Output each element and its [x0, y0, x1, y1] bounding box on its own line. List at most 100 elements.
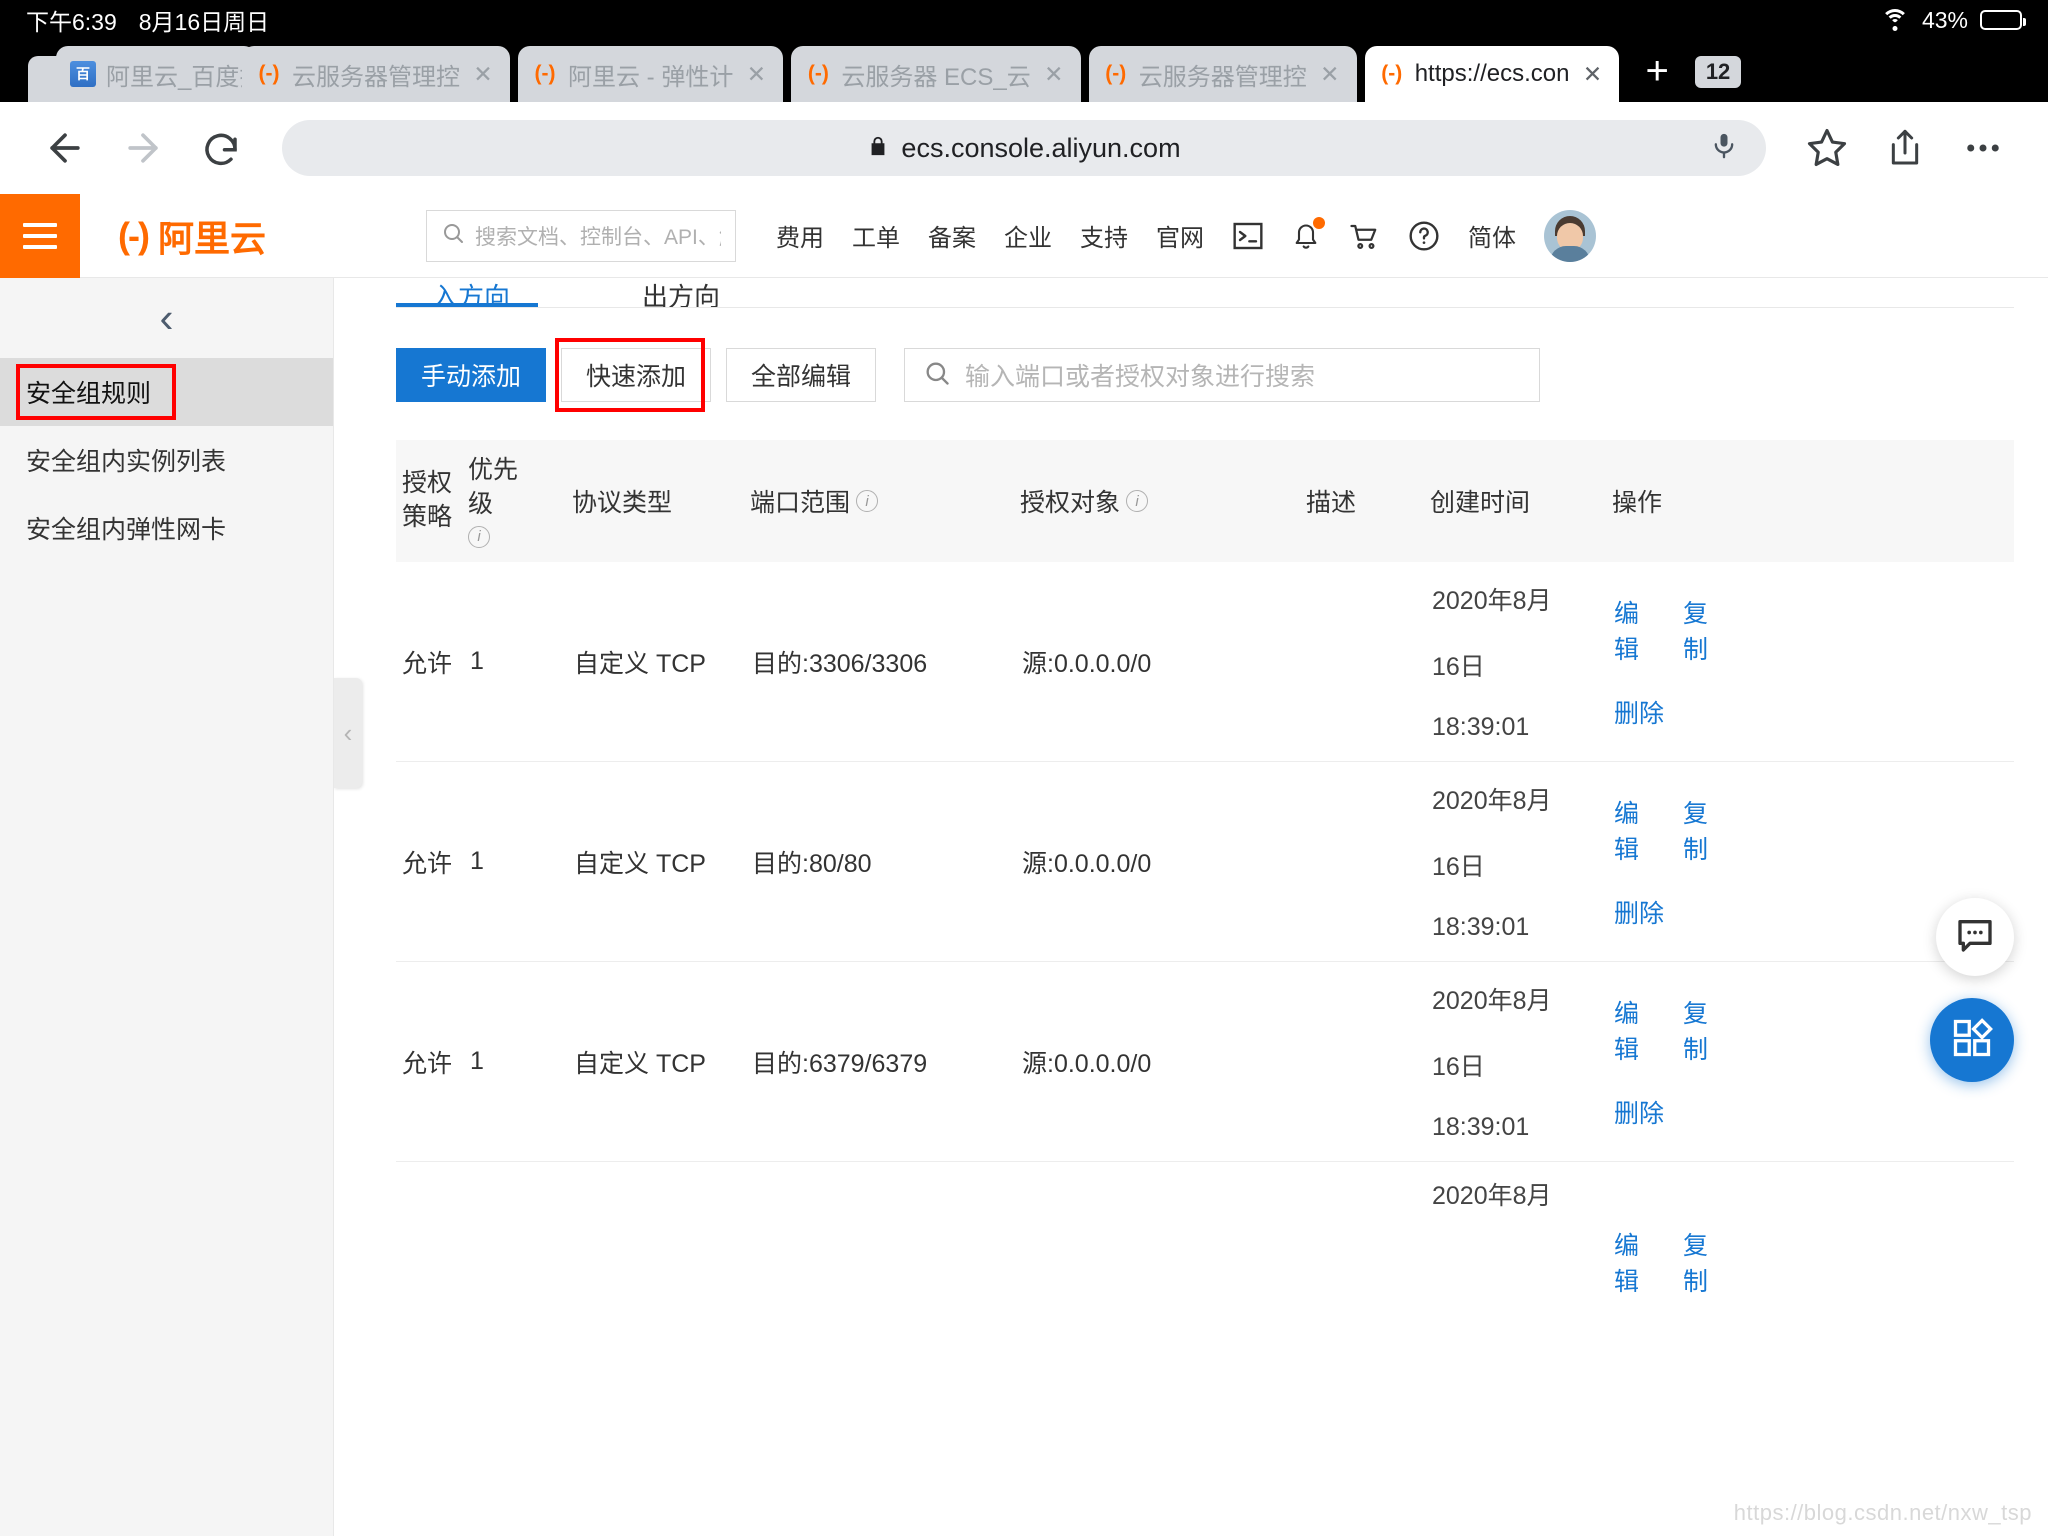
- sidebar: ‹ 安全组规则 安全组内实例列表 安全组内弹性网卡: [0, 278, 334, 1536]
- nav-item-fees[interactable]: 费用: [762, 218, 838, 253]
- help-icon[interactable]: [1394, 220, 1454, 252]
- browser-tab[interactable]: (-) 云服务器 ECS_云 ✕: [791, 46, 1081, 102]
- edit-link[interactable]: 编辑: [1614, 794, 1661, 866]
- avatar[interactable]: [1543, 209, 1596, 262]
- browser-tab-active[interactable]: (-) https://ecs.con ✕: [1364, 46, 1620, 102]
- nav-item-support[interactable]: 支持: [1066, 218, 1142, 253]
- forward-arrow-icon[interactable]: [104, 109, 182, 187]
- microphone-icon[interactable]: [1710, 129, 1738, 168]
- aliyun-logo[interactable]: (-) 阿里云: [118, 210, 266, 262]
- sidebar-item-instance-list[interactable]: 安全组内实例列表: [0, 426, 333, 494]
- created-date-day: 16日: [1432, 1053, 1485, 1081]
- created-time: 18:39:01: [1432, 713, 1530, 741]
- edit-all-button[interactable]: 全部编辑: [726, 348, 876, 402]
- sidebar-item-label: 安全组规则: [26, 380, 152, 408]
- browser-tab-title: https://ecs.con: [1414, 60, 1570, 87]
- tab-close-icon[interactable]: ✕: [470, 61, 496, 88]
- nav-item-website[interactable]: 官网: [1142, 218, 1218, 253]
- aliyun-icon: (-): [534, 62, 556, 85]
- created-date-day: 16日: [1432, 853, 1485, 881]
- aliyun-icon: (-): [258, 62, 280, 85]
- nav-item-tickets[interactable]: 工单: [838, 218, 914, 253]
- table-row[interactable]: 允许 1 自定义 TCP 目的:3306/3306 源:0.0.0.0/0 20…: [396, 562, 2014, 762]
- terminal-icon[interactable]: [1218, 221, 1278, 251]
- status-time: 下午6:39: [26, 9, 117, 35]
- cell-auth-object: 源:0.0.0.0/0: [1022, 649, 1152, 678]
- tab-inbound[interactable]: 入方向: [396, 278, 546, 307]
- browser-tab[interactable]: (-) 云服务器管理控 ✕: [1088, 46, 1357, 102]
- info-icon[interactable]: i: [468, 526, 490, 549]
- cell-actions: 编辑 复制 删除: [1608, 794, 1736, 930]
- language-switcher[interactable]: 简体: [1454, 218, 1530, 253]
- rule-search-input[interactable]: 输入端口或者授权对象进行搜索: [904, 348, 1540, 402]
- edit-link[interactable]: 编辑: [1614, 994, 1661, 1066]
- cell-protocol: 自定义 TCP: [574, 849, 706, 878]
- hamburger-menu-icon[interactable]: [0, 193, 80, 278]
- global-search-placeholder: 搜索文档、控制台、API、解: [474, 225, 721, 249]
- bell-icon[interactable]: [1278, 216, 1334, 252]
- back-arrow-icon[interactable]: [26, 109, 104, 187]
- column-header-priority: 优先级 i: [462, 454, 548, 549]
- chat-bubble-icon: [1955, 915, 1995, 960]
- table-row[interactable]: 允许 1 自定义 TCP 目的:6379/6379 源:0.0.0.0/0 20…: [396, 962, 2014, 1162]
- copy-link[interactable]: 复制: [1683, 594, 1730, 666]
- browser-tab[interactable]: 百 阿里云_百度搜: [56, 46, 256, 102]
- info-icon[interactable]: i: [1126, 490, 1149, 512]
- delete-link[interactable]: 删除: [1614, 694, 1664, 730]
- column-header-actions: 操作: [1612, 489, 1663, 517]
- delete-link[interactable]: 删除: [1614, 894, 1664, 930]
- address-bar[interactable]: ecs.console.aliyun.com: [282, 120, 1766, 176]
- copy-link[interactable]: 复制: [1683, 794, 1730, 866]
- global-search-input[interactable]: 搜索文档、控制台、API、解: [425, 209, 736, 262]
- delete-link[interactable]: 删除: [1614, 1094, 1664, 1130]
- browser-tab[interactable]: (-) 云服务器管理控 ✕: [242, 46, 510, 102]
- column-header-auth-object-label: 授权对象: [1020, 489, 1121, 517]
- quick-add-button[interactable]: 快速添加: [561, 348, 711, 402]
- browser-tab-title: 阿里云 - 弹性计: [568, 63, 734, 91]
- table-row[interactable]: 2020年8月 编辑 复制: [396, 1162, 2014, 1298]
- cell-created: 2020年8月 16日 18:39:01: [1426, 581, 1566, 742]
- edit-link[interactable]: 编辑: [1614, 1226, 1661, 1298]
- aliyun-logo-text: 阿里云: [157, 217, 266, 259]
- star-icon[interactable]: [1788, 109, 1866, 187]
- edit-link[interactable]: 编辑: [1614, 594, 1661, 666]
- tab-count-badge[interactable]: 12: [1694, 56, 1742, 88]
- tab-close-icon[interactable]: ✕: [1579, 61, 1605, 88]
- browser-toolbar: ecs.console.aliyun.com: [0, 102, 2048, 194]
- copy-link[interactable]: 复制: [1683, 1226, 1730, 1298]
- sidebar-item-eni-list[interactable]: 安全组内弹性网卡: [0, 494, 333, 562]
- nav-item-enterprise[interactable]: 企业: [990, 218, 1066, 253]
- action-button-row: 手动添加 快速添加 全部编辑 输入端口或者授权对象进行搜索: [396, 338, 2014, 412]
- tab-outbound[interactable]: 出方向: [606, 278, 756, 307]
- cell-auth-object: 源:0.0.0.0/0: [1022, 1049, 1152, 1078]
- rule-search-placeholder: 输入端口或者授权对象进行搜索: [965, 363, 1316, 391]
- chat-fab[interactable]: [1936, 898, 2014, 976]
- reload-icon[interactable]: [182, 109, 260, 187]
- cart-icon[interactable]: [1334, 221, 1394, 251]
- column-header-port-range: 端口范围 i: [744, 483, 962, 519]
- apps-fab[interactable]: [1930, 998, 2014, 1082]
- manual-add-button[interactable]: 手动添加: [396, 348, 546, 402]
- search-icon: [441, 221, 465, 250]
- browser-tab-title: 阿里云_百度搜: [106, 63, 242, 91]
- tab-close-icon[interactable]: ✕: [743, 61, 769, 88]
- tab-outbound-label: 出方向: [641, 282, 720, 307]
- more-dots-icon[interactable]: [1944, 109, 2022, 187]
- nav-item-icp[interactable]: 备案: [914, 218, 990, 253]
- status-date: 8月16日周日: [138, 9, 270, 35]
- table-row[interactable]: 允许 1 自定义 TCP 目的:80/80 源:0.0.0.0/0 2020年8…: [396, 762, 2014, 962]
- sidebar-item-security-group-rules[interactable]: 安全组规则: [0, 358, 333, 426]
- new-tab-button[interactable]: +: [1619, 49, 1694, 102]
- table-header-row: 授权策略 优先级 i 协议类型 端口范围 i 授权对象 i 描述 创建时间 操作: [396, 440, 2014, 562]
- copy-link[interactable]: 复制: [1683, 994, 1730, 1066]
- share-icon[interactable]: [1866, 109, 1944, 187]
- tab-close-icon[interactable]: ✕: [1317, 61, 1343, 88]
- created-time: 18:39:01: [1432, 913, 1530, 941]
- info-icon[interactable]: i: [856, 490, 879, 512]
- cell-created: 2020年8月: [1426, 1176, 1566, 1212]
- content-drag-handle[interactable]: ‹: [334, 678, 362, 788]
- sidebar-collapse-button[interactable]: ‹: [0, 278, 333, 358]
- tab-close-icon[interactable]: ✕: [1041, 61, 1067, 88]
- browser-tab[interactable]: (-) 阿里云 - 弹性计 ✕: [518, 46, 784, 102]
- sidebar-item-label: 安全组内弹性网卡: [26, 516, 227, 544]
